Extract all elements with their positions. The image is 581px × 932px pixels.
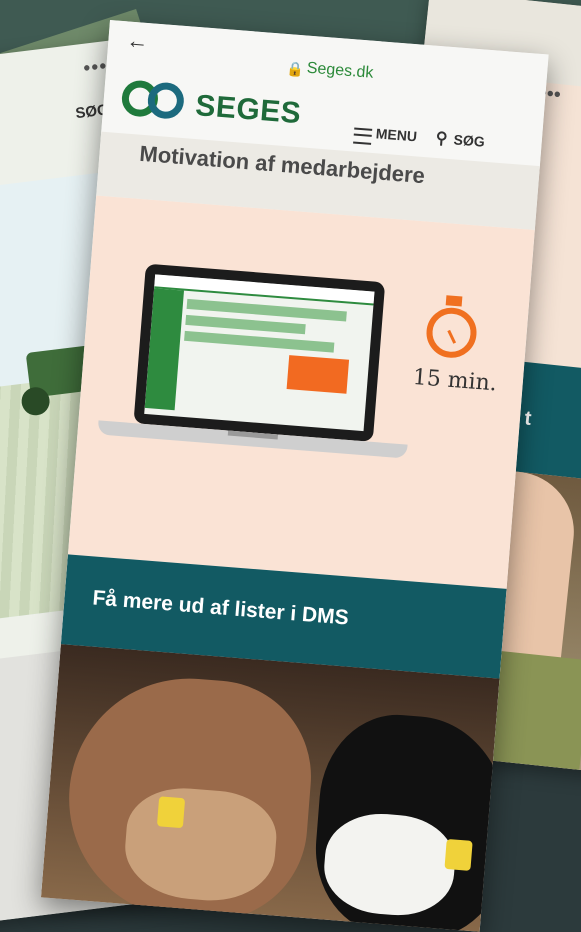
- search-icon[interactable]: ⚲: [435, 128, 448, 149]
- laptop-app-row: [184, 330, 335, 353]
- stopwatch-crown: [445, 295, 463, 307]
- hamburger-menu-icon[interactable]: [353, 127, 373, 145]
- laptop-app-sidebar: [144, 288, 184, 411]
- lock-icon: 🔒: [286, 60, 305, 78]
- phone-screen-card: ← 🔒 Seges.dk ••• SEGES MENU ⚲ SØG Motiva…: [40, 20, 549, 932]
- search-button[interactable]: SØG: [453, 131, 485, 149]
- laptop-screen-content: [144, 274, 375, 432]
- laptop-illustration: [133, 263, 386, 442]
- seges-logo-icon[interactable]: [120, 79, 191, 124]
- menu-button[interactable]: MENU: [375, 125, 417, 144]
- ear-tag-icon: [156, 796, 186, 829]
- laptop-app-highlight: [286, 355, 350, 394]
- logo-ring-blue: [146, 81, 186, 120]
- ear-tag-icon: [444, 838, 473, 871]
- arrow-left-icon[interactable]: ←: [125, 27, 150, 55]
